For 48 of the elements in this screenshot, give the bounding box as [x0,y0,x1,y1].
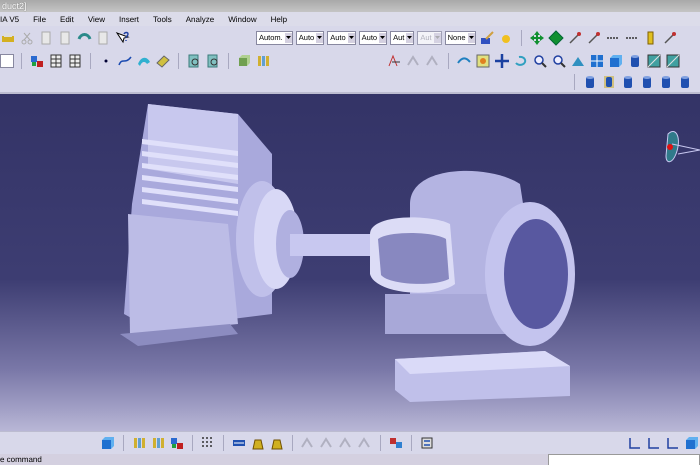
compass-icon[interactable] [666,131,700,162]
menu-item[interactable]: Window [228,14,267,24]
cube-icon[interactable] [684,435,700,451]
framed-cylinder-icon[interactable] [601,74,617,90]
menu-item[interactable]: Insert [119,14,150,24]
network-icon[interactable] [388,435,404,451]
window-title: duct2] [2,0,27,12]
menu-item[interactable]: Help [270,14,298,24]
menu-item[interactable]: Edit [60,14,84,24]
menu-item[interactable]: IA V5 [0,14,30,24]
caret-icon [317,36,322,39]
zoom-in-icon[interactable] [551,52,567,68]
shading-icon[interactable] [646,52,662,68]
diamond-arrows-icon[interactable] [548,30,564,46]
cube-icon[interactable] [100,435,116,451]
zoom-in-icon[interactable] [532,52,548,68]
pin-icon[interactable] [566,30,583,46]
pin-icon[interactable] [662,30,678,46]
dropdown-field[interactable] [0,54,14,68]
cube-icon[interactable] [608,52,624,68]
table-icon[interactable] [48,52,64,68]
plane-icon[interactable] [155,52,171,68]
colored-blocks-icon[interactable] [169,435,185,451]
caret-icon [407,36,412,39]
caret-icon [286,36,291,39]
axis-icon[interactable] [627,435,643,451]
axis-icon[interactable] [646,435,662,451]
multi-view-icon[interactable] [589,52,605,68]
axis-icon[interactable] [665,435,681,451]
shading-icon[interactable] [665,52,681,68]
menu-item[interactable]: Analyze [186,14,224,24]
menu-item[interactable]: File [33,14,56,24]
fit-all-icon[interactable] [475,52,491,68]
menu-item[interactable]: View [88,14,116,24]
command-input-field[interactable] [548,454,700,465]
status-text: e command [0,455,43,464]
menu-item[interactable]: Tools [153,14,182,24]
caret-icon [468,36,474,39]
annotation-icon[interactable] [387,52,403,68]
pan-arrows-icon[interactable] [494,52,510,68]
caret-icon [434,36,440,39]
paint-brush-icon[interactable] [478,30,495,46]
caret-icon [380,36,386,39]
move-arrows-icon[interactable] [528,30,545,46]
table-icon[interactable] [67,52,83,68]
help-pointer-icon[interactable] [114,30,130,46]
pin-icon[interactable] [586,30,602,46]
caret-icon [348,36,354,39]
